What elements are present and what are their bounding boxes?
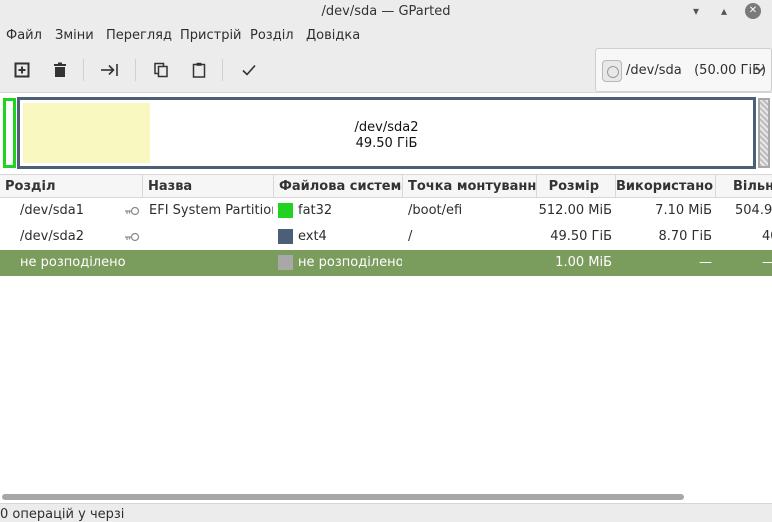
title-bar: /dev/sda — GParted ▾ ▴ ✕ [0,0,772,23]
cell-filesystem: ext4 [298,229,327,244]
copy-icon[interactable] [149,58,173,82]
menu-file[interactable]: Файл [6,28,42,43]
cell-partition: не розподілено [20,255,126,270]
cell-mount: /boot/efi [408,203,463,218]
partition-map-sda2[interactable]: /dev/sda2 49.50 ГіБ [17,97,756,169]
menu-partition[interactable]: Розділ [250,28,294,43]
cell-free: — [762,250,772,276]
column-header[interactable]: Використано [616,175,716,198]
window-title: /dev/sda — GParted [321,4,451,19]
resize-move-icon[interactable] [98,58,122,82]
delete-icon[interactable] [48,58,72,82]
status-bar: 0 операцій у черзі [0,503,772,522]
menu-device[interactable]: Пристрій [180,28,242,43]
table-row[interactable]: /dev/sda2 ext4 / 49.50 ГіБ 8.70 ГіБ 40.8… [0,224,772,250]
partition-map-label: /dev/sda2 49.50 ГіБ [20,120,753,152]
cell-size: 1.00 МіБ [555,255,612,270]
status-text: 0 операцій у черзі [0,507,125,522]
fs-color-swatch [278,229,293,244]
table-row-selected[interactable]: не розподілено не розподілено 1.00 МіБ —… [0,250,772,276]
table-header: Розділ Назва Файлова система Точка монту… [0,174,772,198]
menu-view[interactable]: Перегляд [106,28,172,43]
cell-size: 49.50 ГіБ [550,229,612,244]
cell-used: 7.10 МіБ [655,203,712,218]
maximize-icon[interactable]: ▴ [716,3,732,19]
key-icon [125,206,140,216]
cell-used: 8.70 ГіБ [658,229,712,244]
device-path: /dev/sda [626,63,682,78]
new-partition-icon[interactable] [10,58,34,82]
partition-map-sda1[interactable] [3,98,16,168]
column-header[interactable]: Назва [143,175,274,198]
cell-filesystem: fat32 [298,203,333,218]
partition-map-size: 49.50 ГіБ [355,136,418,151]
close-icon[interactable]: ✕ [745,3,761,19]
partition-map-unallocated[interactable] [758,98,770,168]
menu-bar: Файл Зміни Перегляд Пристрій Розділ Дові… [0,23,772,47]
menu-edit[interactable]: Зміни [55,28,94,43]
table-row[interactable]: /dev/sda1 EFI System Partition fat32 /bo… [0,198,772,224]
cell-name: EFI System Partition [149,203,273,218]
device-label: /dev/sda (50.00 ГіБ) [626,63,766,78]
cell-size: 512.00 МіБ [538,203,612,218]
fs-color-swatch [278,203,293,218]
column-header[interactable]: Розмір [537,175,616,198]
cell-mount: / [408,229,413,244]
disk-icon [602,60,622,82]
cell-free: 504.90 МіБ [735,203,772,218]
cell-filesystem: не розподілено [298,255,402,270]
partition-table: Розділ Назва Файлова система Точка монту… [0,174,772,276]
minimize-icon[interactable]: ▾ [688,3,704,19]
toolbar-separator [222,59,223,81]
cell-partition: /dev/sda1 [20,203,84,218]
key-icon [125,232,140,242]
toolbar-separator [135,59,136,81]
cell-name [149,224,273,250]
chevron-down-icon [755,62,765,76]
paste-icon[interactable] [187,58,211,82]
menu-help[interactable]: Довідка [306,28,360,43]
column-header[interactable]: Вільно [716,175,772,198]
partition-map: /dev/sda2 49.50 ГіБ [0,94,772,172]
apply-icon[interactable] [237,58,261,82]
column-header[interactable]: Файлова система [274,175,403,198]
fs-color-swatch [278,255,293,270]
column-header[interactable]: Точка монтування [403,175,537,198]
cell-used: — [699,255,712,270]
cell-free: 40.80 ГіБ [762,229,772,244]
column-header[interactable]: Розділ [0,175,143,198]
device-selector[interactable]: /dev/sda (50.00 ГіБ) [595,48,772,92]
partition-map-name: /dev/sda2 [354,120,419,135]
horizontal-scrollbar[interactable] [2,494,684,500]
toolbar-separator [83,59,84,81]
cell-partition: /dev/sda2 [20,229,84,244]
